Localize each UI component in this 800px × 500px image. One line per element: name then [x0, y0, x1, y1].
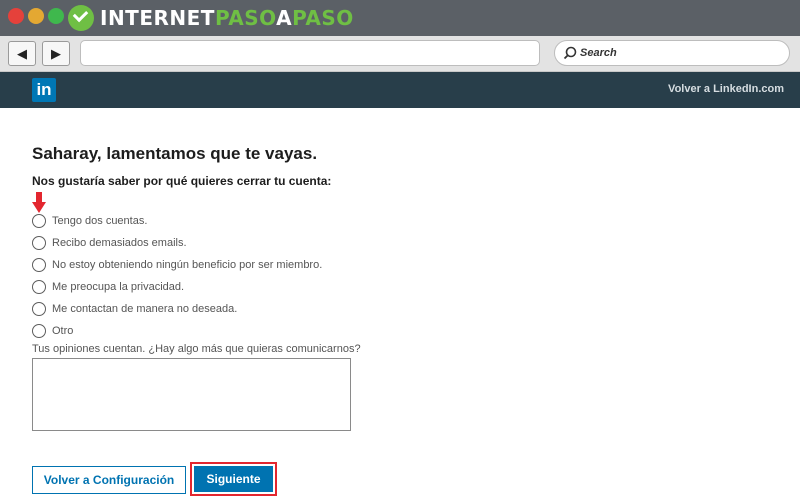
radio-button[interactable] — [32, 302, 46, 316]
radio-button[interactable] — [32, 280, 46, 294]
address-bar[interactable] — [80, 40, 540, 66]
feedback-label: Tus opiniones cuentan. ¿Hay algo más que… — [32, 343, 361, 355]
page-title: Saharay, lamentamos que te vayas. — [32, 144, 318, 163]
arrow-right-icon: ▶ — [51, 45, 61, 61]
reason-option[interactable]: No estoy obteniendo ningún beneficio por… — [32, 254, 322, 276]
forward-button[interactable]: ▶ — [42, 41, 70, 66]
reason-option[interactable]: Me contactan de manera no deseada. — [32, 298, 322, 320]
option-label: Recibo demasiados emails. — [52, 237, 187, 249]
back-button[interactable]: ◀ — [8, 41, 36, 66]
option-label: Me preocupa la privacidad. — [52, 281, 185, 293]
option-label: Otro — [52, 325, 74, 337]
close-window-button[interactable] — [8, 8, 24, 24]
linkedin-header: in Volver a LinkedIn.com — [0, 72, 800, 108]
reason-option[interactable]: Me preocupa la privacidad. — [32, 276, 322, 298]
back-to-linkedin-link[interactable]: Volver a LinkedIn.com — [668, 83, 784, 95]
site-watermark-logo: INTERNETPASOAPASO — [68, 4, 354, 32]
feedback-textarea[interactable] — [32, 358, 351, 431]
watermark-text: INTERNETPASOAPASO — [100, 6, 354, 30]
radio-button[interactable] — [32, 324, 46, 338]
arrow-left-icon: ◀ — [17, 45, 27, 61]
browser-titlebar: INTERNETPASOAPASO — [0, 0, 800, 36]
radio-button[interactable] — [32, 214, 46, 228]
option-label: Me contactan de manera no deseada. — [52, 303, 238, 315]
back-to-settings-button[interactable]: Volver a Configuración — [32, 466, 186, 494]
option-label: No estoy obteniendo ningún beneficio por… — [52, 259, 323, 271]
radio-button[interactable] — [32, 236, 46, 250]
browser-search-field[interactable]: Search — [554, 40, 790, 66]
reason-option[interactable]: Recibo demasiados emails. — [32, 232, 322, 254]
search-icon — [563, 46, 577, 60]
checkmark-logo-icon — [68, 5, 94, 31]
search-placeholder: Search — [580, 47, 617, 59]
next-button[interactable]: Siguiente — [194, 466, 273, 492]
reason-question: Nos gustaría saber por qué quieres cerra… — [32, 174, 332, 188]
reason-options: Tengo dos cuentas. Recibo demasiados ema… — [32, 210, 322, 342]
option-label: Tengo dos cuentas. — [52, 215, 148, 227]
radio-button[interactable] — [32, 258, 46, 272]
maximize-window-button[interactable] — [48, 8, 64, 24]
next-button-highlight: Siguiente — [190, 462, 277, 496]
reason-option[interactable]: Tengo dos cuentas. — [32, 210, 322, 232]
browser-toolbar: ◀ ▶ Search — [0, 36, 800, 72]
linkedin-logo[interactable]: in — [32, 78, 56, 102]
reason-option[interactable]: Otro — [32, 320, 322, 342]
minimize-window-button[interactable] — [28, 8, 44, 24]
